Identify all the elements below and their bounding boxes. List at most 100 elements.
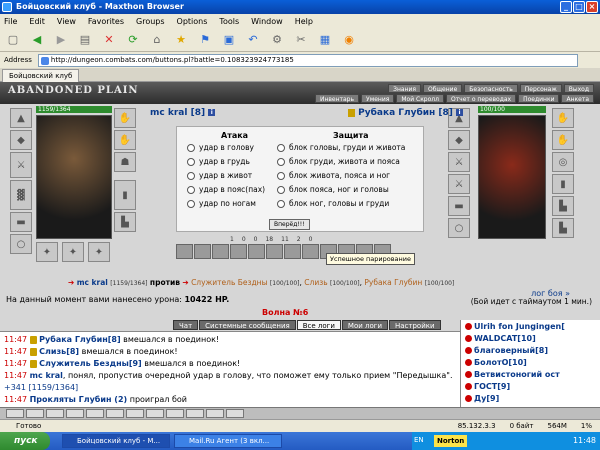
- defense-option[interactable]: блок ног, головы и груди: [277, 199, 389, 208]
- menu-tools[interactable]: Tools: [219, 17, 239, 26]
- menu-view[interactable]: View: [57, 17, 76, 26]
- nav-skills[interactable]: Умения: [361, 94, 395, 103]
- address-input[interactable]: http://dungeon.combats.com/buttons.pl?ba…: [37, 53, 578, 67]
- tab-system[interactable]: Системные сообщения: [199, 320, 296, 330]
- amulet-slot[interactable]: ◆: [10, 130, 32, 150]
- undo-icon[interactable]: ↶: [244, 31, 262, 49]
- strike-button[interactable]: [176, 244, 193, 259]
- toolbar-button[interactable]: [6, 409, 24, 418]
- minimize-button[interactable]: _: [560, 1, 572, 13]
- page-icon[interactable]: ▤: [76, 31, 94, 49]
- weapon-slot[interactable]: ⚔: [10, 152, 32, 178]
- strike-button[interactable]: [284, 244, 301, 259]
- extra-slot-1[interactable]: ✦: [36, 242, 58, 262]
- close-button[interactable]: ×: [586, 1, 598, 13]
- info-icon[interactable]: i: [208, 109, 216, 116]
- norton-icon[interactable]: Norton: [434, 435, 468, 447]
- clip-icon[interactable]: ✂: [292, 31, 310, 49]
- toolbar-button[interactable]: [226, 409, 244, 418]
- strike-button[interactable]: [266, 244, 283, 259]
- bracer-slot[interactable]: ✋: [114, 130, 136, 150]
- strike-button[interactable]: [194, 244, 211, 259]
- toolbar-button[interactable]: [146, 409, 164, 418]
- strike-button[interactable]: [302, 244, 319, 259]
- list-item[interactable]: Ветвистоногий ост: [465, 370, 560, 379]
- belt-slot[interactable]: ▬: [10, 212, 32, 232]
- armor-slot[interactable]: ▓: [10, 180, 32, 210]
- attack-option[interactable]: удар по ногам: [187, 199, 256, 208]
- toolbar-button[interactable]: [66, 409, 84, 418]
- nav-character[interactable]: Персонаж: [519, 84, 562, 93]
- defense-option[interactable]: блок груди, живота и пояса: [277, 157, 400, 166]
- defense-option[interactable]: блок пояса, ног и головы: [277, 185, 389, 194]
- menu-groups[interactable]: Groups: [136, 17, 165, 26]
- extra-slot-2[interactable]: ✦: [62, 242, 84, 262]
- tab-chat[interactable]: Чат: [173, 320, 199, 330]
- screen-icon[interactable]: ▣: [220, 31, 238, 49]
- nav-social[interactable]: Общение: [422, 84, 463, 93]
- nav-exit[interactable]: Выход: [563, 84, 594, 93]
- defense-option[interactable]: блок головы, груди и живота: [277, 143, 405, 152]
- tab-settings[interactable]: Настройки: [389, 320, 441, 330]
- list-item[interactable]: ГОСТ[9]: [465, 382, 510, 391]
- right-player-name[interactable]: Рубака Глубин [8] i: [348, 108, 464, 118]
- toolbar-button[interactable]: [46, 409, 64, 418]
- shield-slot[interactable]: ☗: [114, 152, 136, 172]
- rss-icon[interactable]: ◉: [340, 31, 358, 49]
- boots-slot[interactable]: ▙: [114, 212, 136, 232]
- nav-scroll[interactable]: Мой Скролл: [396, 94, 444, 103]
- refresh-icon[interactable]: ⟳: [124, 31, 142, 49]
- attack-option[interactable]: удар в голову: [187, 143, 254, 152]
- tools-icon[interactable]: ⚙: [268, 31, 286, 49]
- toolbar-button[interactable]: [166, 409, 184, 418]
- stop-icon[interactable]: ✕: [100, 31, 118, 49]
- participant-enemy-1[interactable]: Служитель Бездны: [191, 278, 267, 287]
- menu-edit[interactable]: Edit: [29, 17, 45, 26]
- attack-option[interactable]: удар в пояс(пах): [187, 185, 265, 194]
- nav-knowledge[interactable]: Знания: [388, 84, 421, 93]
- forward-icon[interactable]: ▶: [52, 31, 70, 49]
- taskbar-item-mail-agent[interactable]: Mail.Ru Агент (3 вкл...: [174, 434, 282, 448]
- start-button[interactable]: пуск: [0, 432, 50, 450]
- strike-button[interactable]: [212, 244, 229, 259]
- ring-slot[interactable]: ○: [10, 234, 32, 254]
- participant-left[interactable]: mc kral: [77, 278, 108, 287]
- participant-enemy-2[interactable]: Слизь: [304, 278, 327, 287]
- nav-profile[interactable]: Анкета: [561, 94, 594, 103]
- tab-all-logs[interactable]: Все логи: [296, 320, 341, 330]
- back-icon[interactable]: ◀: [28, 31, 46, 49]
- list-item[interactable]: WALDCAT[10]: [465, 334, 536, 343]
- left-player-name[interactable]: mc kral [8] i: [150, 108, 216, 118]
- toolbar-button[interactable]: [26, 409, 44, 418]
- list-item[interactable]: Ду[9]: [465, 394, 499, 403]
- toolbar-button[interactable]: [186, 409, 204, 418]
- helmet-slot[interactable]: ▲: [10, 108, 32, 128]
- toolbar-button[interactable]: [106, 409, 124, 418]
- favorites-star-icon[interactable]: ★: [172, 31, 190, 49]
- nav-battles[interactable]: Поединки: [518, 94, 560, 103]
- attack-go-button[interactable]: Вперёд!!!: [269, 219, 310, 230]
- strike-button[interactable]: [248, 244, 265, 259]
- nav-transfers[interactable]: Отчет о переводах: [445, 94, 517, 103]
- home-icon[interactable]: ⌂: [148, 31, 166, 49]
- window-icon[interactable]: ▦: [316, 31, 334, 49]
- menu-window[interactable]: Window: [251, 17, 283, 26]
- toolbar-button[interactable]: [126, 409, 144, 418]
- participant-enemy-3[interactable]: Рубака Глубин: [364, 278, 422, 287]
- group-icon[interactable]: ⚑: [196, 31, 214, 49]
- attack-option[interactable]: удар в грудь: [187, 157, 250, 166]
- extra-slot-3[interactable]: ✦: [88, 242, 110, 262]
- strike-button[interactable]: [230, 244, 247, 259]
- toolbar-button[interactable]: [86, 409, 104, 418]
- tab-combats[interactable]: Бойцовский клуб: [2, 69, 80, 82]
- legs-slot[interactable]: ▮: [114, 180, 136, 210]
- menu-file[interactable]: File: [4, 17, 17, 26]
- nav-inventory[interactable]: Инвентарь: [314, 94, 360, 103]
- tab-my-logs[interactable]: Мои логи: [341, 320, 388, 330]
- attack-option[interactable]: удар в живот: [187, 171, 252, 180]
- list-item[interactable]: БолотО[10]: [465, 358, 527, 367]
- new-page-icon[interactable]: ▢: [4, 31, 22, 49]
- maximize-button[interactable]: □: [573, 1, 585, 13]
- defense-option[interactable]: блок живота, пояса и ног: [277, 171, 390, 180]
- nav-security[interactable]: Безопасность: [464, 84, 518, 93]
